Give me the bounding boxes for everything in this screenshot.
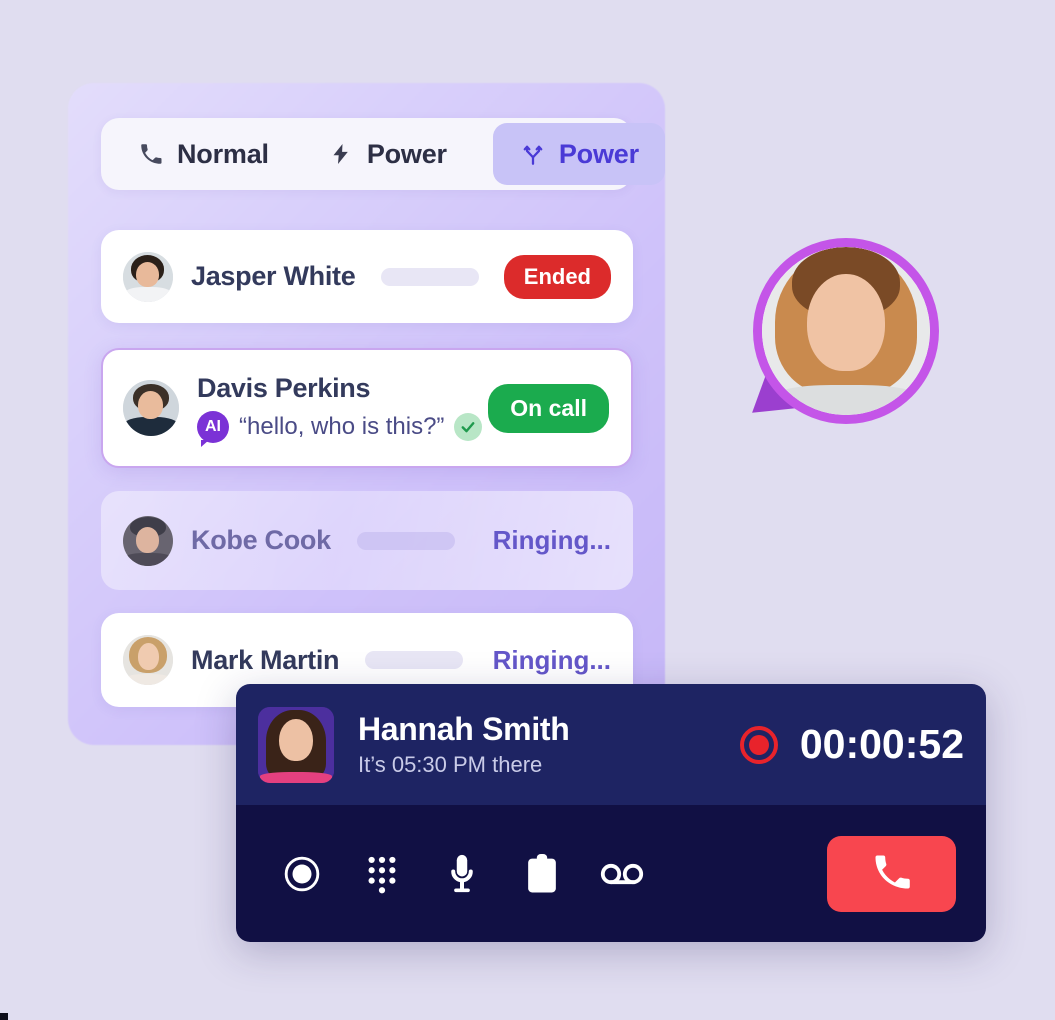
phone-icon	[137, 140, 165, 168]
voicemail-icon[interactable]	[594, 846, 650, 902]
active-call-controls	[236, 805, 986, 942]
avatar-jasper-white	[123, 251, 173, 302]
avatar-hannah-smith	[258, 706, 334, 783]
call-row-name: Jasper White	[191, 261, 356, 291]
call-row-name: Mark Martin	[191, 644, 340, 675]
status-text-ringing: Ringing...	[492, 644, 611, 675]
avatar-highlighted-agent	[762, 247, 930, 415]
call-row-transcript: AI “hello, who is this?”	[197, 411, 483, 447]
avatar-ring	[753, 238, 939, 424]
call-row-name: Davis Perkins	[197, 373, 371, 403]
transcript-text: “hello, who is this?”	[239, 413, 445, 440]
tab-power-branch-label: Power	[558, 138, 639, 169]
ai-badge-icon: AI	[197, 411, 229, 447]
avatar-kobe-cook	[123, 515, 173, 566]
record-icon	[739, 725, 778, 764]
corner-artifact	[0, 1013, 8, 1020]
highlighted-agent-avatar	[733, 238, 939, 437]
tab-normal[interactable]: Normal	[117, 125, 289, 183]
verified-check-icon	[454, 413, 483, 441]
tab-power-label: Power	[366, 138, 447, 169]
screenshot-root: Normal Power Power Jasper White Ended Da…	[0, 0, 1055, 1020]
tab-power-branch[interactable]: Power	[492, 123, 665, 185]
dialer-mode-tabbar: Normal Power Power	[101, 118, 665, 190]
phone-icon	[870, 850, 914, 897]
status-badge-oncall: On call	[488, 383, 609, 433]
contact-local-time: It’s 05:30 PM there	[358, 752, 543, 777]
placeholder-bar	[356, 531, 455, 550]
active-call-panel: Hannah Smith It’s 05:30 PM there 00:00:5…	[236, 684, 986, 942]
contact-name: Hannah Smith	[358, 711, 570, 747]
active-call-header: Hannah Smith It’s 05:30 PM there 00:00:5…	[236, 684, 986, 805]
branch-icon	[519, 140, 547, 168]
avatar-mark-martin	[123, 635, 173, 685]
record-circle-icon[interactable]	[274, 846, 330, 902]
tab-power[interactable]: Power	[307, 125, 467, 183]
call-row-davis-perkins[interactable]: Davis Perkins AI “hello, who is this?” O…	[101, 348, 633, 468]
hangup-button[interactable]	[827, 835, 956, 912]
placeholder-bar	[381, 267, 480, 286]
avatar-davis-perkins	[123, 380, 179, 436]
call-row-name: Kobe Cook	[191, 525, 331, 555]
call-row-details: Davis Perkins AI “hello, who is this?”	[197, 373, 483, 447]
call-row-kobe-cook[interactable]: Kobe Cook Ringing...	[101, 491, 633, 590]
status-text-ringing: Ringing...	[492, 525, 611, 555]
active-call-contact: Hannah Smith It’s 05:30 PM there	[358, 711, 570, 778]
clipboard-icon[interactable]	[514, 846, 570, 902]
tab-normal-label: Normal	[177, 138, 269, 169]
microphone-icon[interactable]	[434, 846, 490, 902]
bolt-icon	[327, 140, 355, 168]
status-badge-ended: Ended	[503, 254, 611, 299]
call-duration: 00:00:52	[799, 721, 964, 767]
placeholder-bar	[365, 651, 464, 669]
dialpad-icon[interactable]	[354, 846, 410, 902]
call-timer-group: 00:00:52	[739, 721, 964, 768]
call-row-jasper-white[interactable]: Jasper White Ended	[101, 230, 633, 323]
